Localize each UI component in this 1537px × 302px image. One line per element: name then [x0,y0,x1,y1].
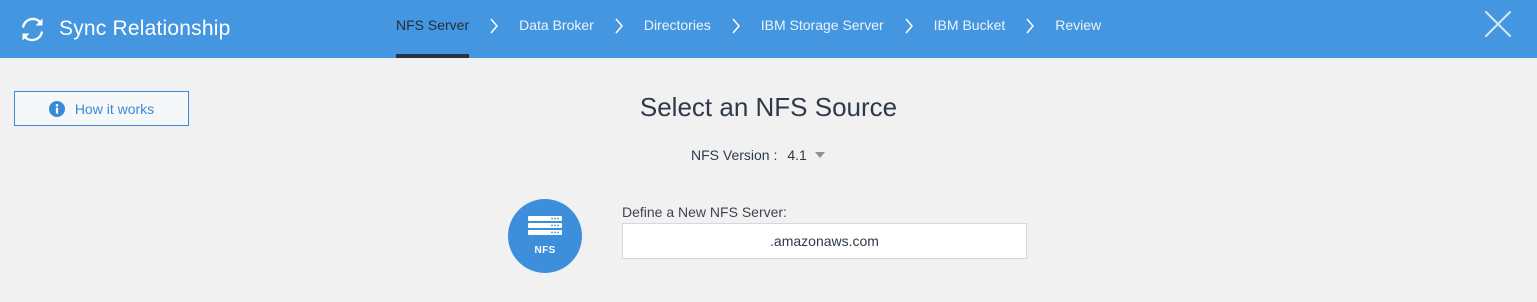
nfs-version-row: NFS Version : 4.1 [691,146,825,164]
nfs-server-input[interactable] [622,223,1027,259]
chevron-right-icon [711,0,761,58]
step-ibm-storage-server[interactable]: IBM Storage Server [761,0,884,58]
close-icon[interactable] [1484,10,1512,38]
step-ibm-bucket[interactable]: IBM Bucket [934,0,1006,58]
nfs-server-field-label: Define a New NFS Server: [622,204,787,220]
nfs-version-select[interactable]: 4.1 [787,147,825,163]
wizard-steps: NFS Server Data Broker Directories IBM S… [396,0,1101,58]
page-title: Select an NFS Source [639,92,898,122]
brand: Sync Relationship [18,0,231,58]
step-directories[interactable]: Directories [644,0,711,58]
step-data-broker[interactable]: Data Broker [519,0,594,58]
chevron-right-icon [1005,0,1055,58]
nfs-version-value: 4.1 [787,147,807,163]
nfs-version-label: NFS Version : [691,147,778,163]
chevron-right-icon [884,0,934,58]
chevron-right-icon [469,0,519,58]
chevron-down-icon [814,152,825,158]
chevron-right-icon [594,0,644,58]
nfs-badge-label: NFS [534,245,556,256]
sync-icon [18,15,47,44]
nfs-server-badge: NFS [508,199,582,273]
step-nfs-server[interactable]: NFS Server [396,0,470,58]
app-title: Sync Relationship [59,17,231,40]
step-review[interactable]: Review [1055,0,1101,58]
top-bar: Sync Relationship NFS Server Data Broker… [0,0,1537,58]
server-icon [528,216,562,241]
